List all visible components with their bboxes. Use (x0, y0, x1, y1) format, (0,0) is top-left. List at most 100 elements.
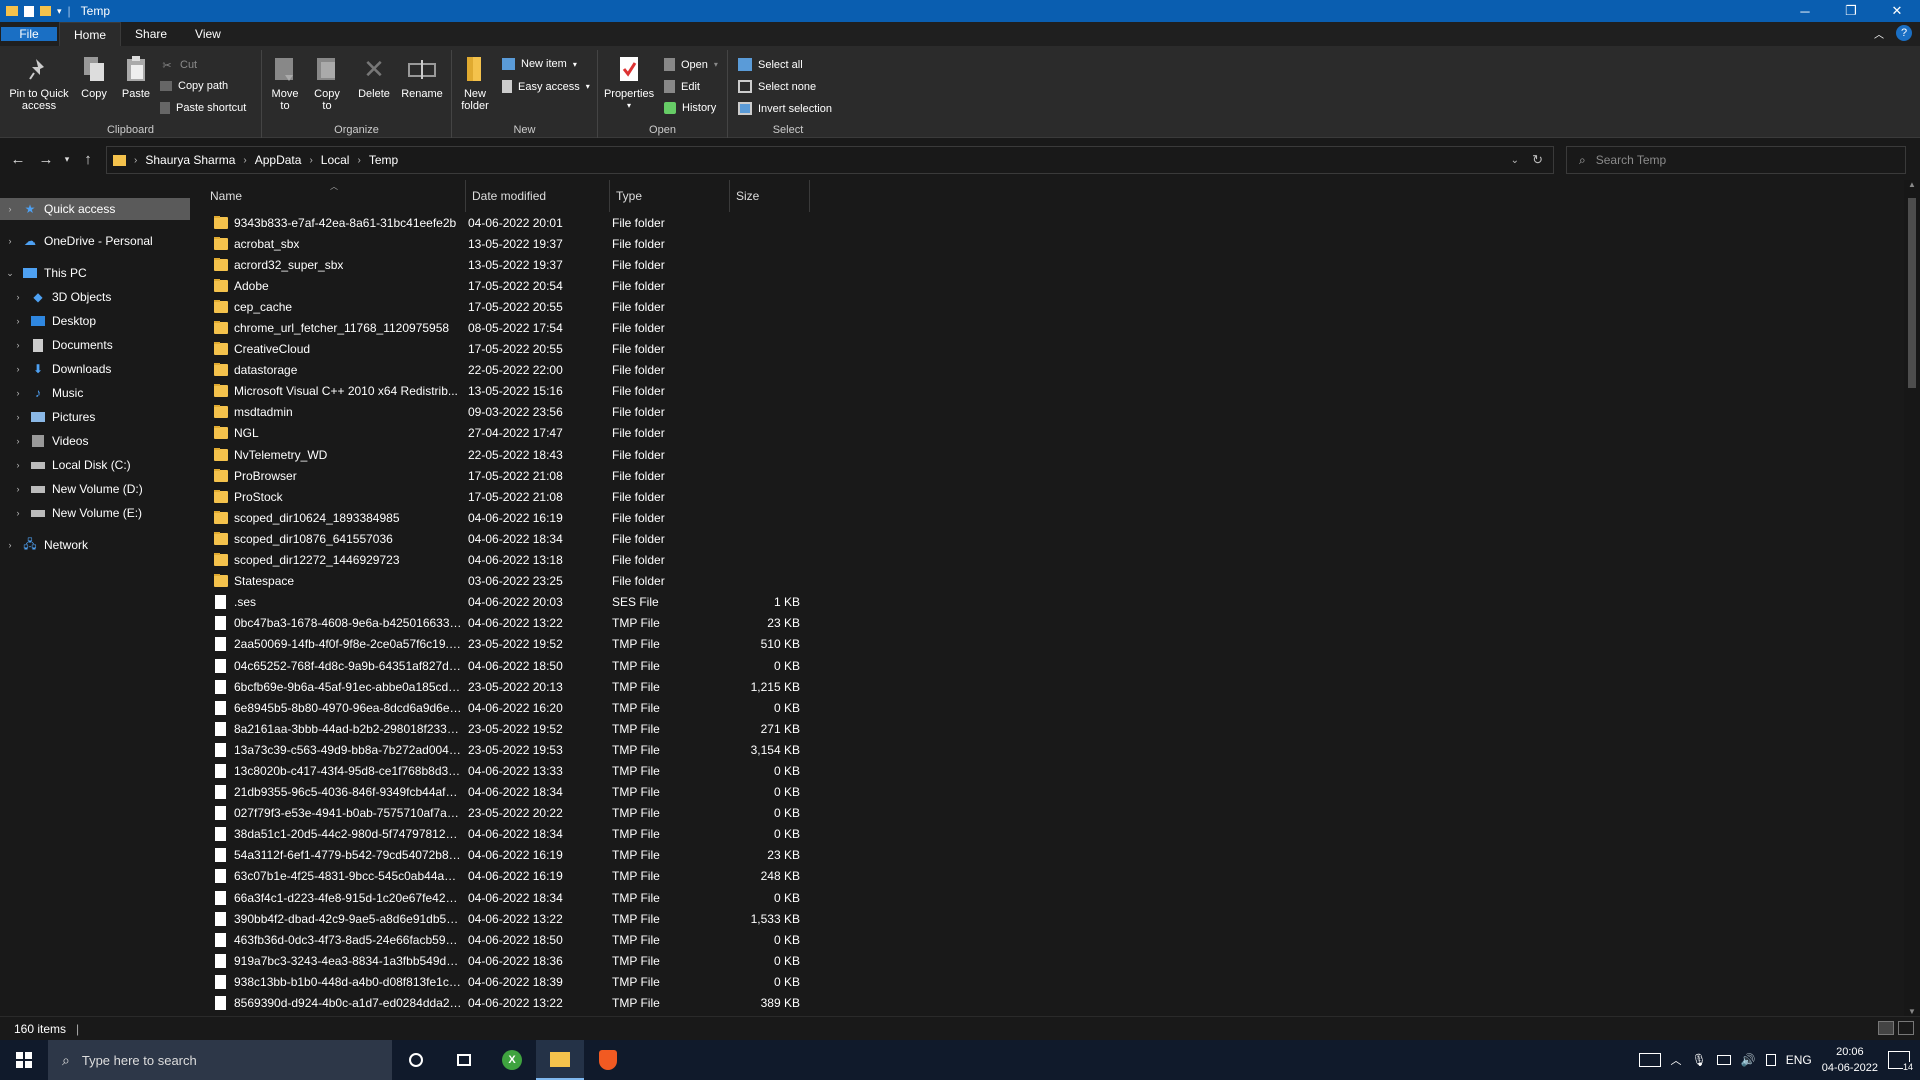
close-button[interactable]: ✕ (1874, 0, 1920, 22)
task-view-button[interactable] (440, 1040, 488, 1080)
open-button[interactable]: Open ▾ (664, 58, 718, 71)
details-view-button[interactable] (1878, 1021, 1894, 1035)
chevron-right-icon[interactable]: › (4, 236, 16, 246)
table-row[interactable]: CreativeCloud 17-05-2022 20:55 File folder (204, 339, 806, 360)
pin-quick-access-button[interactable]: Pin to Quick access (4, 54, 74, 112)
table-row[interactable]: 390bb4f2-dbad-42c9-9ae5-a8d6e91db58... 04… (204, 908, 806, 929)
delete-button[interactable]: ✕ Delete (356, 54, 392, 100)
notifications-button[interactable]: 14 (1888, 1051, 1913, 1072)
table-row[interactable]: .ses 04-06-2022 20:03 SES File 1 KB (204, 592, 806, 613)
file-explorer-app-button[interactable] (536, 1040, 584, 1080)
table-row[interactable]: Statespace 03-06-2022 23:25 File folder (204, 571, 806, 592)
easy-access-button[interactable]: Easy access ▾ (502, 80, 590, 93)
breadcrumb-temp[interactable]: Temp (365, 153, 402, 167)
move-to-button[interactable]: Move to (268, 54, 302, 112)
nav-pictures[interactable]: › Pictures (0, 406, 96, 428)
large-icons-view-button[interactable] (1898, 1021, 1914, 1035)
tab-home[interactable]: Home (59, 22, 122, 46)
table-row[interactable]: datastorage 22-05-2022 22:00 File folder (204, 360, 806, 381)
table-row[interactable]: 63c07b1e-4f25-4831-9bcc-545c0ab44a10... 0… (204, 866, 806, 887)
nav-this-pc[interactable]: ⌄ This PC (0, 262, 86, 284)
copy-button[interactable]: Copy (78, 54, 110, 100)
new-folder-quick-icon[interactable] (40, 6, 51, 16)
table-row[interactable]: ProBrowser 17-05-2022 21:08 File folder (204, 465, 806, 486)
touch-keyboard-icon[interactable] (1638, 1053, 1661, 1067)
breadcrumb-shaurya-sharma[interactable]: Shaurya Sharma (141, 153, 239, 167)
nav-onedrive[interactable]: › ☁ OneDrive - Personal (0, 230, 153, 252)
copy-to-button[interactable]: Copy to (310, 54, 344, 112)
customize-dropdown-icon[interactable]: ▾ (57, 6, 62, 17)
invert-selection-button[interactable]: Invert selection (738, 102, 832, 115)
column-name[interactable]: Name ︿ (204, 180, 466, 212)
table-row[interactable]: acrobat_sbx 13-05-2022 19:37 File folder (204, 233, 806, 254)
column-size[interactable]: Size (730, 180, 810, 212)
properties-quick-icon[interactable] (24, 5, 34, 17)
recent-locations-button[interactable]: ▾ (60, 145, 74, 173)
new-folder-button[interactable]: New folder (456, 54, 494, 112)
table-row[interactable]: 027f79f3-e53e-4941-b0ab-7575710af7a1.t..… (204, 803, 806, 824)
table-row[interactable]: 04c65252-768f-4d8c-9a9b-64351af827da... 0… (204, 655, 806, 676)
tab-share[interactable]: Share (121, 22, 181, 46)
table-row[interactable]: Adobe 17-05-2022 20:54 File folder (204, 275, 806, 296)
taskbar-search-input[interactable]: Type here to search (82, 1053, 197, 1068)
taskbar-search[interactable]: ⌕ Type here to search (48, 1040, 392, 1080)
table-row[interactable]: chrome_url_fetcher_11768_1120975958 08-05… (204, 317, 806, 338)
table-row[interactable]: 8a2161aa-3bbb-44ad-b2b2-298018f23323... 2… (204, 718, 806, 739)
up-button[interactable]: ↑ (74, 145, 102, 173)
nav-local-disk-c[interactable]: › Local Disk (C:) (0, 454, 131, 476)
scroll-up-icon[interactable]: ▲ (1908, 180, 1916, 189)
nav-3d-objects[interactable]: › ◆ 3D Objects (0, 286, 112, 308)
search-box[interactable]: ⌕ Search Temp (1566, 146, 1906, 174)
column-type[interactable]: Type (610, 180, 730, 212)
input-language[interactable]: ENG (1786, 1053, 1812, 1067)
table-row[interactable]: 13c8020b-c417-43f4-95d8-ce1f768b8d33... 0… (204, 760, 806, 781)
scroll-down-icon[interactable]: ▼ (1908, 1007, 1916, 1016)
brave-browser-app-button[interactable] (584, 1040, 632, 1080)
table-row[interactable]: cep_cache 17-05-2022 20:55 File folder (204, 296, 806, 317)
table-row[interactable]: msdtadmin 09-03-2022 23:56 File folder (204, 402, 806, 423)
paste-button[interactable]: Paste (120, 54, 152, 100)
paste-shortcut-button[interactable]: Paste shortcut (160, 102, 246, 114)
table-row[interactable]: 938c13bb-b1b0-448d-a4b0-d08f813fe1cd... 0… (204, 971, 806, 992)
table-row[interactable]: 21db9355-96c5-4036-846f-9349fcb44af6.t..… (204, 782, 806, 803)
microphone-icon[interactable]: 🎙 (1692, 1053, 1707, 1067)
table-row[interactable]: 6bcfb69e-9b6a-45af-91ec-abbe0a185cd6... 2… (204, 676, 806, 697)
search-input[interactable]: Search Temp (1596, 153, 1666, 167)
column-date-modified[interactable]: Date modified (466, 180, 610, 212)
nav-downloads[interactable]: › ⬇ Downloads (0, 358, 112, 380)
table-row[interactable]: scoped_dir12272_1446929723 04-06-2022 13:… (204, 550, 806, 571)
nav-desktop[interactable]: › Desktop (0, 310, 97, 332)
table-row[interactable]: 463fb36d-0dc3-4f73-8ad5-24e66facb59c....… (204, 929, 806, 950)
nav-quick-access[interactable]: › ★ Quick access (0, 198, 190, 220)
help-icon[interactable]: ? (1896, 25, 1912, 41)
table-row[interactable]: acrord32_super_sbx 13-05-2022 19:37 File f… (204, 254, 806, 275)
nav-network[interactable]: › 🖧 Network (0, 534, 89, 556)
table-row[interactable]: NGL 27-04-2022 17:47 File folder (204, 423, 806, 444)
breadcrumb-local[interactable]: Local (317, 153, 354, 167)
start-button[interactable] (0, 1040, 48, 1080)
nav-music[interactable]: › ♪ Music (0, 382, 84, 404)
select-all-button[interactable]: Select all (738, 58, 803, 71)
nav-videos[interactable]: › Videos (0, 430, 89, 452)
nav-volume-d[interactable]: › New Volume (D:) (0, 478, 143, 500)
tab-file[interactable]: File (1, 27, 57, 41)
table-row[interactable]: 6e8945b5-8b80-4970-96ea-8dcd6a9d6e5f... 0… (204, 697, 806, 718)
restore-button[interactable]: ❐ (1828, 0, 1874, 22)
refresh-icon[interactable]: ↻ (1532, 152, 1543, 168)
address-bar[interactable]: › Shaurya Sharma › AppData › Local › Tem… (106, 146, 1554, 174)
collapse-ribbon-icon[interactable]: ︿ (1874, 26, 1884, 41)
new-item-button[interactable]: New item ▾ (502, 58, 577, 70)
table-row[interactable]: 0bc47ba3-1678-4608-9e6a-b42501663338... 0… (204, 613, 806, 634)
table-row[interactable]: ProStock 17-05-2022 21:08 File folder (204, 486, 806, 507)
minimize-button[interactable]: ─ (1782, 0, 1828, 22)
cut-button[interactable]: ✂ Cut (160, 58, 197, 72)
vertical-scrollbar[interactable]: ▲ ▼ (1904, 180, 1920, 1016)
select-none-button[interactable]: Select none (738, 80, 816, 93)
back-button[interactable]: ← (4, 145, 32, 173)
scrollbar-thumb[interactable] (1908, 198, 1916, 388)
clock[interactable]: 20:06 04-06-2022 (1822, 1044, 1878, 1076)
address-history-dropdown-icon[interactable]: ⌄ (1511, 155, 1519, 166)
nav-documents[interactable]: › Documents (0, 334, 113, 356)
rename-button[interactable]: Rename (400, 54, 444, 100)
nav-volume-e[interactable]: › New Volume (E:) (0, 502, 143, 524)
